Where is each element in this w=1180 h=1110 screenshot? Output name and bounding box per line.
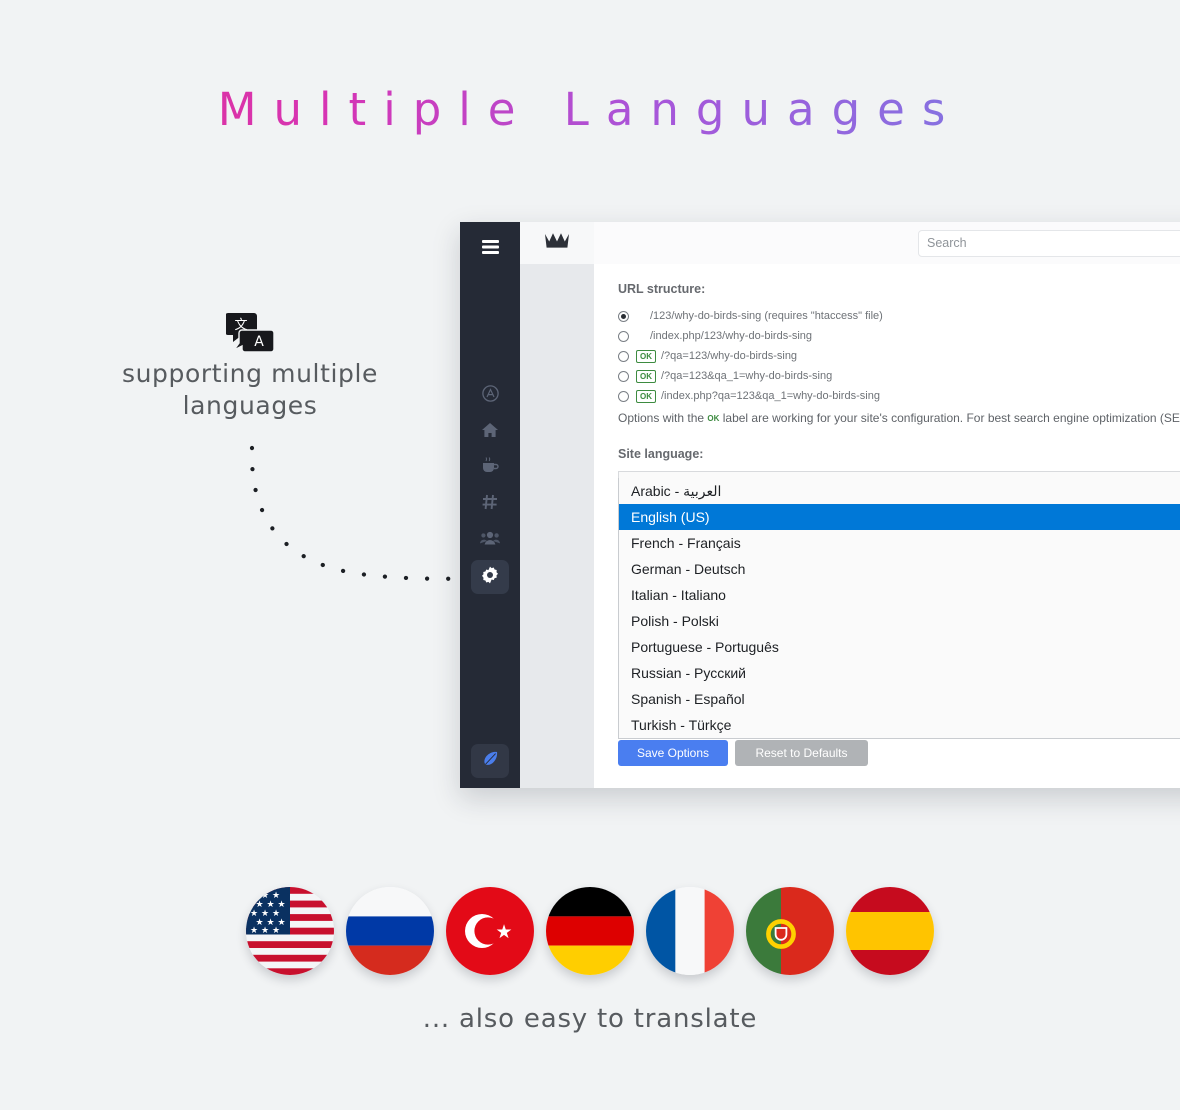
sidebar-item-users[interactable] (471, 524, 509, 556)
radio-button[interactable] (618, 350, 629, 362)
svg-text:★: ★ (250, 926, 258, 936)
site-language-dropdown-list[interactable]: Arabic - العربية English (US) French - F… (618, 478, 1180, 739)
flag-germany (546, 887, 634, 975)
ok-badge: OK (636, 389, 656, 403)
annotation-line-2: languages (182, 391, 318, 420)
app-settings-form: URL structure: /123/why-do-birds-sing (r… (594, 264, 1180, 739)
gear-icon (481, 566, 499, 589)
app-brand-header (520, 222, 594, 264)
dropdown-option[interactable]: Italian - Italiano (619, 582, 1180, 608)
note-text-after: label are working for your site's config… (722, 411, 1180, 425)
form-button-row: Save Options Reset to Defaults (618, 740, 868, 766)
radio-label: /index.php/123/why-do-birds-sing (650, 330, 813, 342)
annotation-supporting-languages: supporting multiple languages (85, 358, 415, 422)
radio-label: /?qa=123/why-do-birds-sing (661, 350, 798, 362)
app-secondary-column (520, 222, 594, 788)
svg-text:★: ★ (261, 926, 269, 936)
svg-text:★: ★ (272, 926, 280, 936)
dropdown-option[interactable]: Portuguese - Português (619, 634, 1180, 660)
users-icon (480, 531, 500, 550)
sidebar-item-settings[interactable] (471, 560, 509, 594)
hamburger-menu-icon[interactable] (471, 231, 509, 263)
site-language-label: Site language: (618, 447, 704, 461)
translate-icon: 文 A (225, 311, 275, 357)
annotation-easy-to-translate: ... also easy to translate (422, 1004, 758, 1034)
radio-option-row[interactable]: OK /?qa=123&qa_1=why-do-birds-sing (618, 366, 1180, 386)
hashtag-icon (482, 494, 498, 515)
circle-a-icon (481, 385, 499, 407)
annotation-line-1: supporting multiple (121, 359, 379, 388)
sidebar-item-tags[interactable] (471, 488, 509, 520)
site-language-block: Site language: English (US) Arabic - الع… (618, 447, 1180, 739)
dropdown-option[interactable]: French - Français (619, 530, 1180, 556)
radio-option-row[interactable]: OK /?qa=123/why-do-birds-sing (618, 346, 1180, 366)
url-structure-label: URL structure: (618, 282, 706, 296)
save-options-button[interactable]: Save Options (618, 740, 728, 766)
radio-button[interactable] (618, 330, 629, 342)
radio-option-row[interactable]: OK /index.php?qa=123&qa_1=why-do-birds-s… (618, 386, 1180, 406)
coffee-cup-icon (481, 457, 499, 479)
flags-row: ★ ★ ★ ★ ★ ★ ★ ★ ★ ★ ★ ★ ★ ★ ★ ★ (0, 887, 1180, 975)
reset-to-defaults-button[interactable]: Reset to Defaults (735, 740, 868, 766)
search-input[interactable] (927, 236, 1167, 250)
dropdown-option[interactable]: Turkish - Türkçe (619, 712, 1180, 738)
radio-label: /index.php?qa=123&qa_1=why-do-birds-sing (661, 390, 880, 402)
radio-label: /123/why-do-birds-sing (requires "htacce… (650, 310, 883, 322)
sidebar-item-home[interactable] (471, 416, 509, 448)
ok-badge: OK (636, 349, 656, 363)
app-main-content: URL structure: /123/why-do-birds-sing (r… (594, 222, 1180, 788)
flag-spain (846, 887, 934, 975)
radio-label: /?qa=123&qa_1=why-do-birds-sing (661, 370, 833, 382)
sidebar-item-circle-a[interactable] (471, 380, 509, 412)
note-ok-label: OK (707, 414, 720, 423)
svg-text:★: ★ (250, 891, 258, 901)
flag-united-states: ★ ★ ★ ★ ★ ★ ★ ★ ★ ★ ★ ★ ★ ★ ★ (246, 887, 334, 975)
flag-france (646, 887, 734, 975)
feather-icon (482, 750, 499, 772)
radio-option-row[interactable]: /123/why-do-birds-sing (requires "htacce… (618, 306, 1180, 326)
radio-button[interactable] (618, 310, 629, 322)
search-box[interactable] (918, 229, 1180, 257)
flag-turkey: ★ (446, 887, 534, 975)
ok-badge: OK (636, 369, 656, 383)
crown-icon (544, 232, 570, 254)
sidebar-item-coffee[interactable] (471, 452, 509, 484)
dropdown-option[interactable]: Polish - Polski (619, 608, 1180, 634)
dropdown-option[interactable]: Arabic - العربية (619, 478, 1180, 504)
flag-russia (346, 887, 434, 975)
dropdown-option[interactable]: Spanish - Español (619, 686, 1180, 712)
svg-text:★: ★ (495, 921, 512, 943)
note-text-before: Options with the (618, 411, 705, 425)
page-root: Multiple Languages 文 A supporting multip… (0, 0, 1180, 1110)
page-title: Multiple Languages (0, 83, 1180, 136)
radio-option-row[interactable]: /index.php/123/why-do-birds-sing (618, 326, 1180, 346)
radio-button[interactable] (618, 390, 629, 402)
dropdown-option-selected[interactable]: English (US) (619, 504, 1180, 530)
app-screenshot-window: URL structure: /123/why-do-birds-sing (r… (460, 222, 1180, 788)
svg-text:A: A (254, 334, 264, 350)
dropdown-option[interactable]: German - Deutsch (619, 556, 1180, 582)
app-sidebar (460, 222, 520, 788)
url-structure-radio-group: /123/why-do-birds-sing (requires "htacce… (618, 306, 1180, 406)
url-structure-note: Options with the OK label are working fo… (618, 411, 1180, 425)
app-topbar (594, 222, 1180, 264)
home-icon (481, 422, 499, 443)
radio-button[interactable] (618, 370, 629, 382)
dropdown-option[interactable]: Russian - Русский (619, 660, 1180, 686)
flag-portugal (746, 887, 834, 975)
sidebar-item-compose[interactable] (471, 744, 509, 778)
